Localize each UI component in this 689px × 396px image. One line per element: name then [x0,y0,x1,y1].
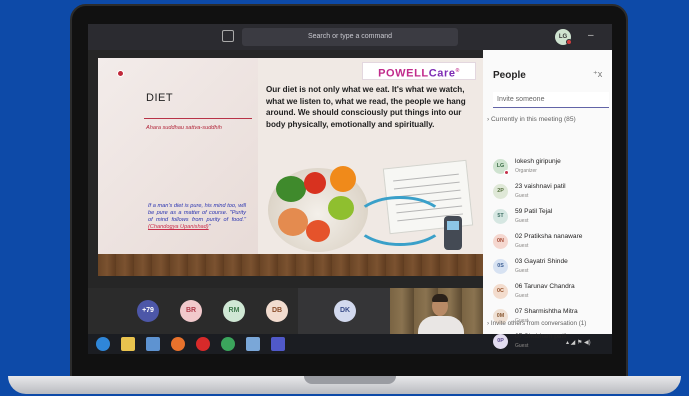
firefox-icon[interactable] [171,337,185,351]
media-player-icon[interactable] [146,337,160,351]
current-meeting-header[interactable]: › Currently in this meeting (85) [487,116,576,123]
presentation-slide: DIET Ahara suddhau sattva-suddhih If a m… [98,58,483,276]
presenter-hair [432,294,448,302]
member-name: 07 Shubham patil [515,333,567,340]
participant-bubble[interactable]: BR [180,300,202,322]
member-row[interactable]: 0S 03 Gayatri Shinde Guest [493,257,611,277]
people-panel: People ⁺x Invite someone › Currently in … [483,50,612,349]
brand-accent: Care [428,67,456,80]
member-row[interactable]: 0P 07 Shubham patil Guest [493,332,611,352]
apple-icon [328,196,354,220]
member-name: 02 Pratiksha nanaware [515,233,583,240]
teams-top-bar: Search or type a command LG – [88,24,612,50]
tomato-icon [304,172,326,194]
member-row[interactable]: 2P 23 vaishnavi patil Guest [493,182,611,202]
search-input[interactable]: Search or type a command [242,28,458,46]
laptop-screen: Search or type a command LG – DIET Ahara… [88,24,612,354]
participant-bubble[interactable]: RM [223,300,245,322]
compose-icon[interactable] [222,30,234,42]
member-name: lokesh giripunje [515,158,561,165]
ie-icon[interactable] [96,337,110,351]
slide-title: DIET [146,92,174,104]
member-avatar: 0N [493,234,508,249]
member-avatar: 0P [493,334,508,349]
more-participants-bubble[interactable]: +79 [137,300,159,322]
orange-icon [330,166,356,192]
member-avatar: 2P [493,184,508,199]
slide-body-text: Our diet is not only what we eat. It's w… [266,85,466,130]
member-role: Guest [515,243,529,249]
slide-dot-icon [117,70,124,77]
member-avatar: 0C [493,284,508,299]
minimize-icon[interactable]: – [588,30,594,41]
status-icon [504,170,509,175]
brand-main: POWELL [378,67,429,80]
member-row[interactable]: 0N 02 Pratiksha nanaware Guest [493,232,611,252]
chrome-icon[interactable] [221,337,235,351]
member-name: 06 Tarunav Chandra [515,283,575,290]
member-name: 03 Gayatri Shinde [515,258,568,265]
slide-quote: If a man's diet is pure, his mind too, w… [148,203,246,231]
app-icon[interactable] [246,337,260,351]
quote-source: (Chandogya Upanishad) [148,224,209,230]
people-panel-title: People [493,70,526,81]
file-explorer-icon[interactable] [121,337,135,351]
member-row[interactable]: 0C 06 Tarunav Chandra Guest [493,282,611,302]
brand-mark: ® [455,68,460,74]
stethoscope-icon [354,196,446,246]
pepper-icon [306,220,330,242]
member-role: Guest [515,193,529,199]
brand-logo: POWELLCare® [362,62,476,80]
member-role: Guest [515,343,529,349]
quote-text: If a man's diet is pure, his mind too, w… [148,203,246,223]
glucose-meter-icon [444,216,462,250]
member-row[interactable]: LG lokesh giripunje Organizer [493,157,611,177]
wood-table [98,254,483,276]
member-role: Organizer [515,168,537,174]
shared-screen-stage: DIET Ahara suddhau sattva-suddhih If a m… [88,50,483,288]
sanskrit-caption: Ahara suddhau sattva-suddhih [146,125,222,131]
self-video-tile[interactable] [390,288,483,334]
slide-divider [144,118,252,119]
close-panel-icon[interactable]: ⁺x [593,69,602,80]
member-name: 23 vaishnavi patil [515,183,566,190]
member-role: Guest [515,293,529,299]
participant-bubble[interactable]: DB [266,300,288,322]
presenter-body [418,316,464,334]
peach-icon [278,208,308,236]
quote-end: " [208,224,211,230]
slide-left-panel [98,58,258,276]
opera-icon[interactable] [196,337,210,351]
member-avatar: 0S [493,259,508,274]
member-name: 59 Patil Tejal [515,208,553,215]
member-avatar: 5T [493,209,508,224]
member-role: Guest [515,218,529,224]
member-name: 07 Sharmishtha Mitra [515,308,578,315]
participant-bubble: DK [334,300,356,322]
participant-tile[interactable]: DK [298,288,392,334]
status-icon [566,39,572,45]
invite-input[interactable]: Invite someone [493,92,609,108]
member-row[interactable]: 5T 59 Patil Tejal Guest [493,207,611,227]
teams-icon[interactable] [271,337,285,351]
laptop-notch [304,376,396,384]
participant-strip: +79 BR RM DB DK [88,288,483,334]
broccoli-icon [276,176,306,202]
invite-others-link[interactable]: › Invite others from conversation (1) [487,320,586,327]
member-role: Guest [515,268,529,274]
